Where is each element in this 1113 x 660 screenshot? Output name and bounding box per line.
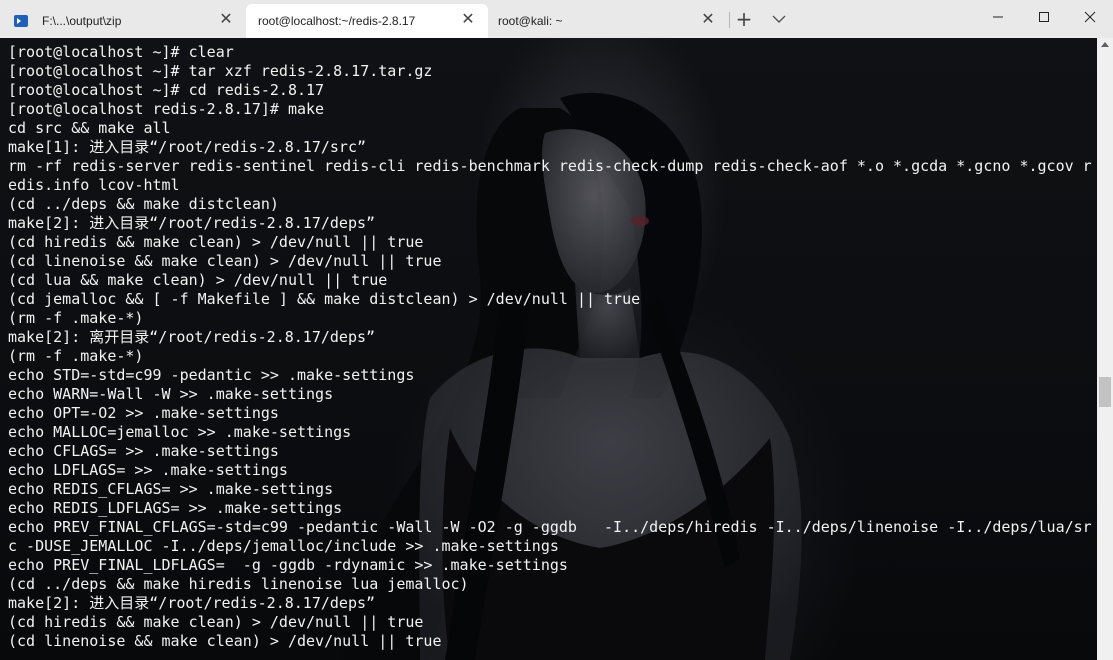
tab-windows-powershell[interactable]: F:\...\output\zip ✕ xyxy=(0,4,246,38)
terminal-line: echo REDIS_CFLAGS= >> .make-settings xyxy=(8,480,334,498)
tab-label: F:\...\output\zip xyxy=(42,14,122,28)
close-icon[interactable]: ✕ xyxy=(460,12,476,28)
tab-label: root@kali: ~ xyxy=(498,14,563,28)
chevron-down-icon[interactable] xyxy=(769,9,789,29)
tab-redis[interactable]: root@localhost:~/redis-2.8.17 ✕ xyxy=(246,4,488,38)
terminal-line: (rm -f .make-*) xyxy=(8,347,144,365)
terminal-line: (cd ../deps && make hiredis linenoise lu… xyxy=(8,575,469,593)
scroll-thumb[interactable] xyxy=(1099,377,1111,407)
terminal-line: (cd jemalloc && [ -f Makefile ] && make … xyxy=(8,290,641,308)
terminal-line: echo WARN=-Wall -W >> .make-settings xyxy=(8,385,334,403)
terminal-line: echo PREV_FINAL_CFLAGS=-std=c99 -pedanti… xyxy=(8,518,1092,536)
terminal-output[interactable]: [root@localhost ~]# clear [root@localhost… xyxy=(0,38,1097,660)
terminal-line: make[2]: 离开目录“/root/redis-2.8.17/deps” xyxy=(8,328,376,346)
terminal-line: echo LDFLAGS= >> .make-settings xyxy=(8,461,288,479)
terminal-line: [root@localhost ~]# clear xyxy=(8,43,234,61)
terminal-line: [root@localhost ~]# tar xzf redis-2.8.17… xyxy=(8,62,433,80)
terminal-line: echo CFLAGS= >> .make-settings xyxy=(8,442,279,460)
close-icon[interactable]: ✕ xyxy=(218,12,234,28)
minimize-icon[interactable] xyxy=(975,0,1021,34)
scroll-up-arrow-icon[interactable] xyxy=(1101,42,1109,47)
terminal-line: make[2]: 进入目录“/root/redis-2.8.17/deps” xyxy=(8,594,376,612)
vertical-scrollbar[interactable] xyxy=(1097,38,1113,660)
terminal-line: echo OPT=-O2 >> .make-settings xyxy=(8,404,279,422)
tab-bar: F:\...\output\zip ✕ root@localhost:~/red… xyxy=(0,0,1113,38)
terminal-line: rm -rf redis-server redis-sentinel redis… xyxy=(8,157,1092,175)
terminal-line: echo REDIS_LDFLAGS= >> .make-settings xyxy=(8,499,343,517)
terminal-line: echo STD=-std=c99 -pedantic >> .make-set… xyxy=(8,366,415,384)
tab-divider xyxy=(729,12,730,28)
terminal-line: (cd lua && make clean) > /dev/null || tr… xyxy=(8,271,388,289)
terminal-line: [root@localhost redis-2.8.17]# make xyxy=(8,100,325,118)
terminal-line: c -DUSE_JEMALLOC -I../deps/jemalloc/incl… xyxy=(8,537,559,555)
terminal-line: (cd ../deps && make distclean) xyxy=(8,195,279,213)
maximize-icon[interactable] xyxy=(1021,0,1067,34)
tab-kali[interactable]: root@kali: ~ ✕ xyxy=(488,4,728,38)
terminal-window: F:\...\output\zip ✕ root@localhost:~/red… xyxy=(0,0,1113,660)
terminal-line: echo PREV_FINAL_LDFLAGS= -g -ggdb -rdyna… xyxy=(8,556,568,574)
terminal-line: (cd linenoise && make clean) > /dev/null… xyxy=(8,252,442,270)
terminal-line: echo MALLOC=jemalloc >> .make-settings xyxy=(8,423,352,441)
terminal-line: (cd hiredis && make clean) > /dev/null |… xyxy=(8,613,424,631)
terminal-line: edis.info lcov-html xyxy=(8,176,180,194)
terminal-line: make[1]: 进入目录“/root/redis-2.8.17/src” xyxy=(8,138,367,156)
terminal-line: (cd linenoise && make clean) > /dev/null… xyxy=(8,632,442,650)
terminal-line: [root@localhost ~]# cd redis-2.8.17 xyxy=(8,81,325,99)
terminal-line: cd src && make all xyxy=(8,119,171,137)
plus-icon[interactable]: + xyxy=(734,9,754,29)
powershell-icon xyxy=(14,15,28,27)
close-icon[interactable]: ✕ xyxy=(700,12,716,28)
terminal-line: make[2]: 进入目录“/root/redis-2.8.17/deps” xyxy=(8,214,376,232)
terminal-text: [root@localhost ~]# clear [root@localhost… xyxy=(8,43,1092,651)
terminal-line: (rm -f .make-*) xyxy=(8,309,144,327)
tab-label: root@localhost:~/redis-2.8.17 xyxy=(258,14,416,28)
close-icon[interactable] xyxy=(1067,0,1113,34)
terminal-line: (cd hiredis && make clean) > /dev/null |… xyxy=(8,233,424,251)
